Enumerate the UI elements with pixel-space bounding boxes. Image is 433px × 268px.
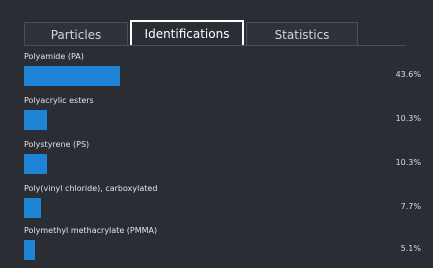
identification-percent: 5.1% <box>400 244 421 253</box>
identification-name: Poly(vinyl chloride), carboxylated <box>24 184 158 193</box>
identification-bar <box>24 198 41 218</box>
tab-divider <box>24 45 406 46</box>
tab-identifications-label: Identifications <box>144 27 230 41</box>
list-item[interactable]: Polyacrylic esters 10.3% <box>0 96 433 138</box>
tab-statistics-label: Statistics <box>274 27 330 42</box>
identification-bar <box>24 66 120 86</box>
list-item[interactable]: Polyamide (PA) 43.6% <box>0 52 433 94</box>
tab-bar: Particles Identifications Statistics <box>0 0 433 48</box>
identification-name: Polystyrene (PS) <box>24 140 90 149</box>
list-item[interactable]: Polystyrene (PS) 10.3% <box>0 140 433 182</box>
identification-bar <box>24 154 47 174</box>
tab-particles[interactable]: Particles <box>24 22 128 46</box>
identification-name: Polyamide (PA) <box>24 52 84 61</box>
identification-bar <box>24 240 36 260</box>
identifications-panel: Particles Identifications Statistics Pol… <box>0 0 433 263</box>
identification-name: Polymethyl methacrylate (PMMA) <box>24 226 158 235</box>
identification-percent: 10.3% <box>395 114 421 123</box>
identification-name: Polyacrylic esters <box>24 96 94 105</box>
tab-identifications[interactable]: Identifications <box>130 20 244 46</box>
identification-bar <box>24 110 47 130</box>
list-item[interactable]: Poly(vinyl chloride), carboxylated 7.7% <box>0 184 433 226</box>
tab-statistics[interactable]: Statistics <box>246 22 358 46</box>
identification-list[interactable]: Polyamide (PA) 43.6% Polyacrylic esters … <box>0 48 433 263</box>
identification-percent: 10.3% <box>395 158 421 167</box>
identification-percent: 7.7% <box>400 202 421 211</box>
identification-percent: 43.6% <box>395 70 421 79</box>
tab-particles-label: Particles <box>50 27 102 42</box>
list-item[interactable]: Polymethyl methacrylate (PMMA) 5.1% <box>0 226 433 268</box>
